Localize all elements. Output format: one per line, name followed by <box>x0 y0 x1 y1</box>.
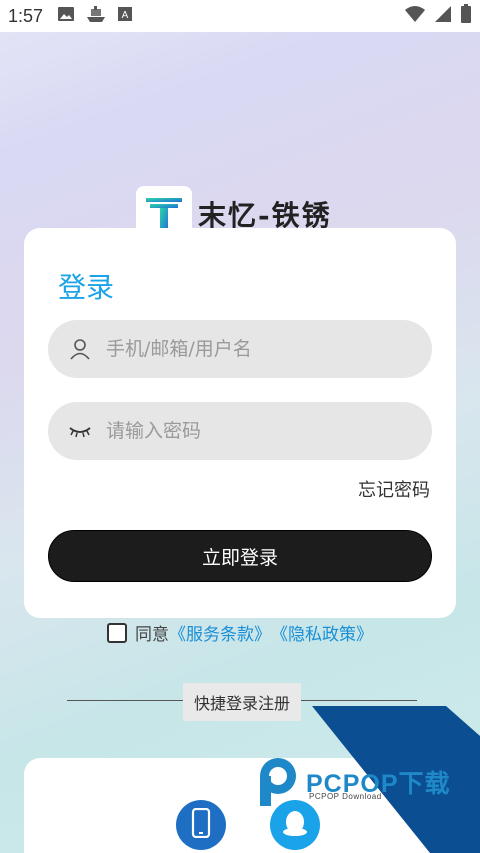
agreement-row: 同意 《服务条款》 《隐私政策》 <box>107 620 373 645</box>
login-title: 登录 <box>58 271 115 304</box>
quick-login-label: 快捷登录注册 <box>183 683 301 721</box>
login-button[interactable]: 立即登录 <box>48 530 432 582</box>
password-input[interactable] <box>106 420 406 442</box>
phone-login-button[interactable] <box>176 800 226 850</box>
password-field[interactable] <box>48 402 432 460</box>
divider-left <box>67 700 183 701</box>
login-card: 登录 忘记密码 立即登录 <box>24 228 456 618</box>
user-icon <box>66 335 94 363</box>
closed-eye-icon[interactable] <box>66 417 94 445</box>
agree-label: 同意 <box>135 625 169 645</box>
battery-icon <box>460 4 472 28</box>
image-icon <box>57 6 75 26</box>
username-input[interactable] <box>106 338 406 360</box>
ship-icon <box>85 5 107 27</box>
svg-text:A: A <box>122 10 129 21</box>
phone-icon <box>191 807 211 842</box>
divider-right <box>301 700 417 701</box>
forgot-password-link[interactable]: 忘记密码 <box>358 476 430 502</box>
a-box-icon: A <box>117 6 133 26</box>
privacy-link[interactable]: 《隐私政策》 <box>271 620 373 645</box>
agree-checkbox[interactable] <box>107 622 127 643</box>
watermark-subtext: PCPOP Download <box>309 792 382 801</box>
status-bar: 1:57 A <box>0 0 480 32</box>
wifi-icon <box>404 5 426 27</box>
qq-icon <box>281 808 309 842</box>
terms-link[interactable]: 《服务条款》 <box>169 620 271 645</box>
qq-login-button[interactable] <box>270 800 320 850</box>
status-time: 1:57 <box>8 5 44 26</box>
username-field[interactable] <box>48 320 432 378</box>
signal-icon <box>434 5 452 27</box>
